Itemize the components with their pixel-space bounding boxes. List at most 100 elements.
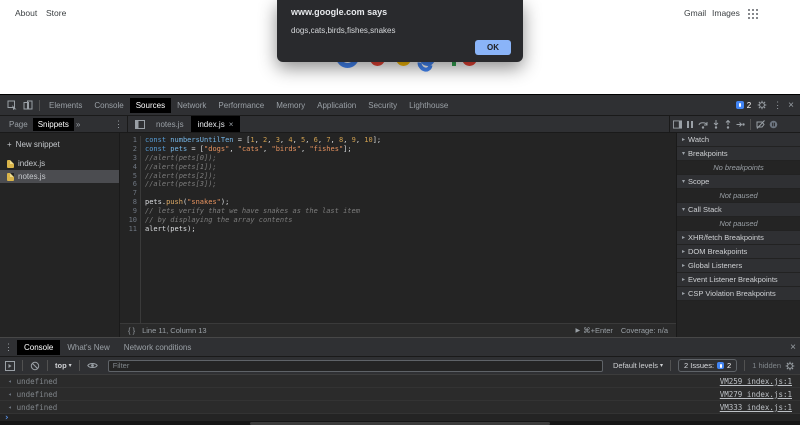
cursor-location: Line 11, Column 13 [142,326,207,335]
line-number: 9 [132,207,137,216]
run-snippet-icon[interactable]: ▶ [575,327,580,334]
main-tab-network[interactable]: Network [171,98,212,113]
step-icon[interactable] [736,120,745,129]
navigator-menu-icon[interactable]: ⋮ [114,119,123,130]
devtools-close-icon[interactable]: × [788,100,794,111]
hidden-messages-label: 1 hidden [752,361,781,370]
editor-tab-index-js[interactable]: index.js × [190,116,241,132]
main-tab-elements[interactable]: Elements [43,98,88,113]
device-toolbar-icon[interactable] [20,100,36,110]
section-header-event-listener-breakpoints[interactable]: ▸ Event Listener Breakpoints [677,273,800,287]
store-link[interactable]: Store [46,8,66,18]
console-messages: ◂ undefined VM259 index.js:1 ◂ undefined VM27… [0,375,800,423]
clear-console-icon[interactable] [30,361,40,371]
drawer-close-icon[interactable]: × [790,342,796,353]
javascript-alert-dialog: www.google.com says dogs,cats,birds,fish… [277,0,523,62]
section-header-watch[interactable]: ▸ Watch [677,133,800,147]
section-header-scope[interactable]: ▾ Scope [677,175,800,189]
tab-close-icon[interactable]: × [229,120,234,129]
devtools-menu-icon[interactable]: ⋮ [773,100,782,111]
images-link[interactable]: Images [712,8,740,18]
navigator-tab-snippets[interactable]: Snippets [32,117,74,131]
file-item-index-js[interactable]: index.js [0,157,119,170]
main-tab-performance[interactable]: Performance [212,98,270,113]
drawer-tab-network-conditions[interactable]: Network conditions [117,340,199,355]
code-line: // lets verify that we have snakes as th… [145,207,676,216]
debugger-sidebar: ▸ Watch ▾ Breakpoints No breakpoints ▾ Scope No… [676,133,800,337]
main-tab-console[interactable]: Console [88,98,129,113]
line-number: 8 [132,198,137,207]
code-token: // lets verify that we have snakes as th… [145,207,360,216]
new-snippet-label: New snippet [15,139,60,149]
disclosure-triangle-icon: ▸ [682,263,686,269]
code-token: "birds" [271,144,301,153]
main-tab-application[interactable]: Application [311,98,362,113]
drawer-menu-icon[interactable]: ⋮ [4,342,13,353]
main-tab-lighthouse[interactable]: Lighthouse [403,98,454,113]
run-shortcut: ⌘+Enter [583,326,613,335]
section-header-breakpoints[interactable]: ▾ Breakpoints [677,147,800,161]
issues-badge[interactable]: 2 [735,101,751,110]
navigator-tab-page[interactable]: Page [4,118,33,131]
code-editor: 1 2 3 4 5 6 7 8 9 10 11 const numbersUntilTen = [1… [120,133,676,337]
console-sidebar-icon[interactable] [5,360,15,371]
console-message-source-link[interactable]: VM279 index.js:1 [720,390,792,399]
gmail-link[interactable]: Gmail [684,8,706,18]
issues-counter-button[interactable]: 2 Issues: 2 [678,359,738,372]
main-tab-memory[interactable]: Memory [270,98,311,113]
section-header-xhr-fetch-breakpoints[interactable]: ▸ XHR/fetch Breakpoints [677,231,800,245]
new-snippet-button[interactable]: + New snippet [0,137,119,151]
console-message-source-link[interactable]: VM333 index.js:1 [720,403,792,412]
code-line: const numbersUntilTen = [1, 2, 3, 4, 5, … [145,136,676,145]
section-header-dom-breakpoints[interactable]: ▸ DOM Breakpoints [677,245,800,259]
deactivate-breakpoints-icon[interactable] [756,119,765,129]
debugger-sections: ▸ Watch ▾ Breakpoints No breakpoints ▾ Scope No… [677,133,800,301]
code-area[interactable]: 1 2 3 4 5 6 7 8 9 10 11 const numbersUntilTen = [1… [120,133,676,323]
inspect-element-icon[interactable] [4,100,20,110]
pretty-print-icon[interactable]: { } [128,326,135,335]
drawer-tab-what-s-new[interactable]: What's New [60,340,116,355]
ok-button[interactable]: OK [475,40,511,55]
return-value-icon: ◂ [8,377,12,385]
more-tabs-icon[interactable]: » [76,120,80,129]
editor-tab-notes-js[interactable]: notes.js [149,116,191,132]
issues-icon [735,101,744,109]
code-token: = [ [233,136,251,144]
live-expression-eye-icon[interactable] [86,361,98,370]
disclosure-triangle-icon: ▾ [682,207,686,213]
drawer-tab-console[interactable]: Console [17,339,61,355]
console-toolbar: top ▾ Default levels ▾ 2 Issues: 2 [0,357,800,375]
drawer-tab-strip: Console What's New Network conditions [17,339,199,355]
file-item-notes-js[interactable]: notes.js [0,170,119,183]
line-number: 3 [132,153,137,162]
section-header-global-listeners[interactable]: ▸ Global Listeners [677,259,800,273]
code-token: //alert(pets[2]); [145,171,217,180]
main-tab-security[interactable]: Security [362,98,403,113]
code-token: ); [220,198,230,207]
section-header-call-stack[interactable]: ▾ Call Stack [677,203,800,217]
hide-debugger-sidebar-icon[interactable] [673,119,682,129]
google-apps-icon[interactable] [748,9,759,20]
log-levels-dropdown[interactable]: Default levels ▾ [613,361,663,370]
code-line: //alert(pets[3]); [145,180,676,189]
step-out-icon[interactable] [724,119,732,129]
pause-script-icon[interactable] [686,120,694,129]
pause-on-exceptions-icon[interactable] [769,120,778,129]
about-link[interactable]: About [15,8,37,18]
console-message-source-link[interactable]: VM259 index.js:1 [720,377,792,386]
main-tab-sources[interactable]: Sources [129,97,172,113]
settings-gear-icon[interactable] [757,100,767,110]
js-context-selector[interactable]: top ▾ [55,361,72,370]
horizontal-scrollbar[interactable] [0,421,800,425]
hide-navigator-icon[interactable] [131,116,149,132]
line-number: 6 [132,180,137,189]
console-settings-gear-icon[interactable] [785,361,795,371]
dialog-title: www.google.com says [291,7,388,17]
console-filter-input[interactable] [107,359,603,372]
code-token: "fishes" [309,144,344,153]
step-over-icon[interactable] [698,120,708,129]
step-into-icon[interactable] [712,119,720,129]
code-token: , [254,136,264,144]
section-header-csp-violation-breakpoints[interactable]: ▸ CSP Violation Breakpoints [677,287,800,301]
section-placeholder-text: Not paused [677,217,800,231]
